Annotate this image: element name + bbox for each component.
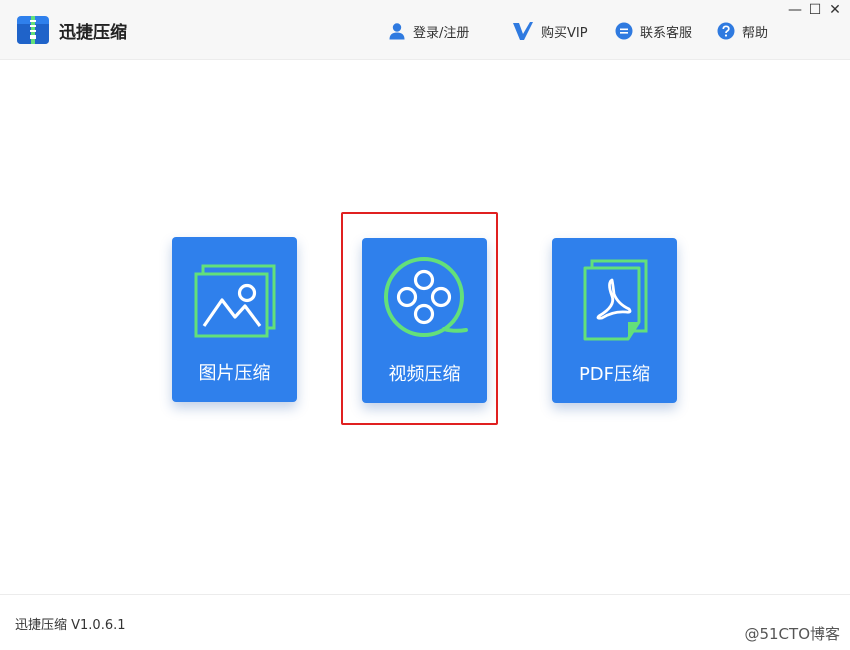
version-text: 迅捷压缩 V1.0.6.1 xyxy=(15,618,126,633)
login-register-label: 登录/注册 xyxy=(413,25,470,41)
maximize-button[interactable]: ☐ xyxy=(806,2,824,18)
watermark: @51CTO博客 xyxy=(744,625,840,643)
buy-vip-link[interactable]: 购买VIP xyxy=(512,20,588,42)
help-icon xyxy=(717,22,735,40)
image-icon xyxy=(194,264,276,338)
image-compress-card[interactable]: 图片压缩 xyxy=(172,237,297,402)
image-compress-label: 图片压缩 xyxy=(198,363,271,384)
help-link[interactable]: 帮助 xyxy=(717,20,768,42)
contact-support-label: 联系客服 xyxy=(640,25,693,41)
chat-icon xyxy=(615,22,633,40)
vip-v-icon xyxy=(513,22,533,40)
app-logo-icon xyxy=(17,16,49,44)
title-bar: 迅捷压缩 登录/注册 购买VIP 联系客服 帮助 — ☐ ✕ xyxy=(0,0,850,60)
close-button[interactable]: ✕ xyxy=(826,2,844,18)
minimize-button[interactable]: — xyxy=(786,2,804,18)
app-title: 迅捷压缩 xyxy=(59,23,127,43)
help-label: 帮助 xyxy=(742,25,769,41)
pdf-compress-label: PDF压缩 xyxy=(578,364,651,385)
user-icon xyxy=(389,23,405,40)
pdf-icon xyxy=(583,259,648,341)
contact-support-link[interactable]: 联系客服 xyxy=(615,20,692,42)
pdf-compress-card[interactable]: PDF压缩 xyxy=(552,238,677,403)
footer-divider xyxy=(0,594,850,595)
login-register-link[interactable]: 登录/注册 xyxy=(388,20,469,42)
buy-vip-label: 购买VIP xyxy=(541,25,588,41)
selection-highlight xyxy=(341,212,498,425)
